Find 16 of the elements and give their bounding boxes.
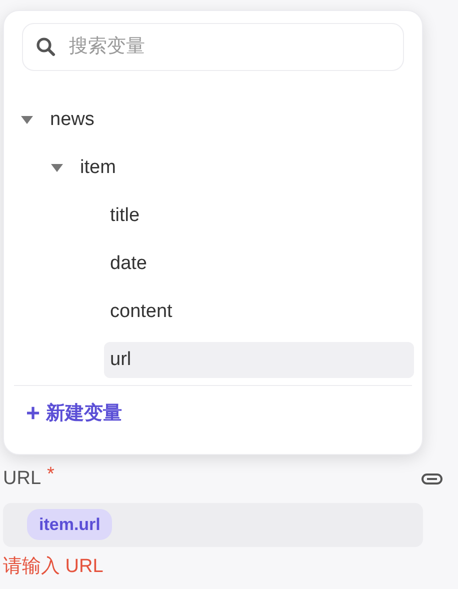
tree-item[interactable]: date: [110, 246, 147, 282]
error-message: 请输入 URL: [3, 554, 104, 578]
search-icon: [36, 37, 56, 57]
url-field[interactable]: item.url: [3, 502, 423, 546]
tree-item[interactable]: url: [104, 342, 414, 378]
field-label: URL: [3, 467, 42, 491]
new-variable-button[interactable]: + 新建变量: [26, 400, 122, 428]
tree-item[interactable]: title: [110, 198, 140, 234]
variable-tag[interactable]: item.url: [27, 508, 112, 540]
search-field[interactable]: 搜索变量: [22, 23, 404, 71]
tree-item[interactable]: news: [50, 102, 94, 138]
required-mark: *: [47, 465, 54, 484]
plus-icon: +: [26, 402, 40, 426]
link-icon[interactable]: [421, 473, 443, 486]
tree-item[interactable]: item: [80, 150, 116, 186]
tree-item[interactable]: content: [110, 294, 172, 330]
